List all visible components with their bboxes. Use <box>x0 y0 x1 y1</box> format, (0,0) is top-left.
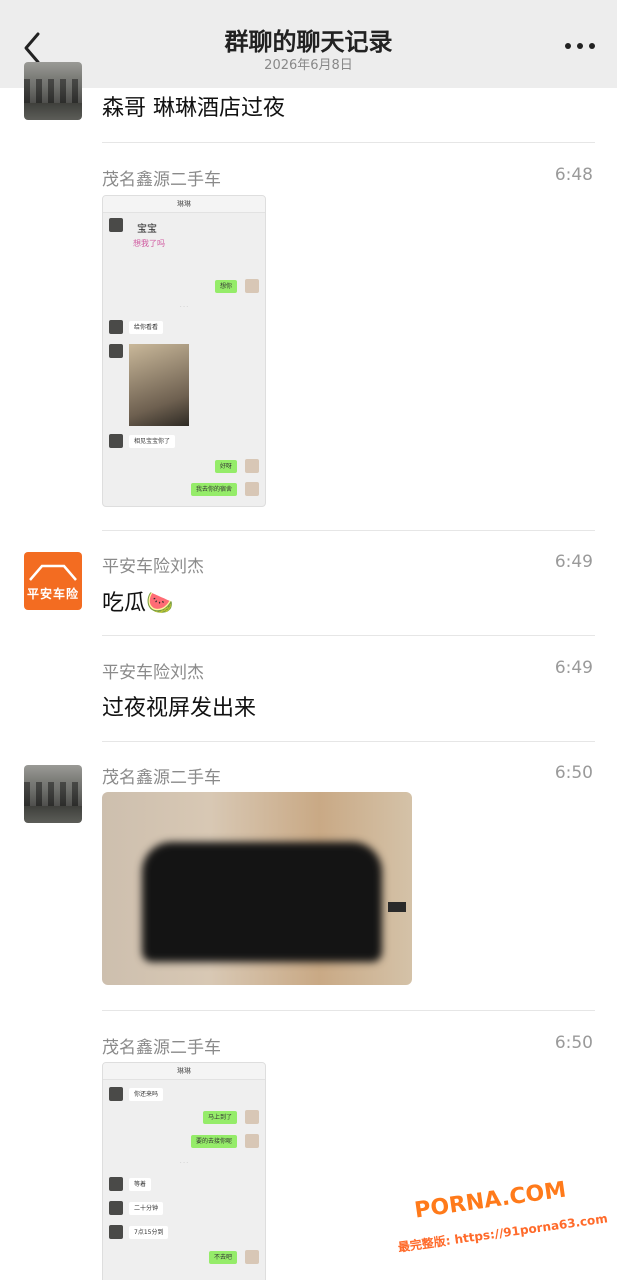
more-button[interactable] <box>563 34 597 58</box>
page-date: 2026年6月8日 <box>264 58 353 73</box>
message-text: 森哥 琳琳酒店过夜 <box>102 96 285 121</box>
message-time: 6:48 <box>554 165 593 185</box>
wall-switch <box>388 902 406 912</box>
mini-avatar <box>245 1110 259 1124</box>
chat-screenshot-image[interactable]: 琳琳 你还来吗 马上到了 要的去接你呢 · · · 等着 二十分钟 7点15分到… <box>102 1062 266 1280</box>
sender-name: 茂名鑫源二手车 <box>102 768 221 788</box>
sender-name: 平安车险刘杰 <box>102 557 204 577</box>
avatar[interactable]: 平安车险 <box>24 552 82 610</box>
mini-avatar <box>109 1177 123 1191</box>
sticker-text: 宝宝 <box>137 224 157 235</box>
divider <box>102 635 595 636</box>
mini-bubble: 要的去接你呢 <box>190 1135 237 1148</box>
divider <box>102 142 595 143</box>
mini-bubble: 相见宝宝你了 <box>129 435 176 448</box>
mini-bubble: 想你 <box>214 280 237 293</box>
sticker-text: 想我了吗 <box>133 239 165 248</box>
divider <box>102 1010 595 1011</box>
divider <box>102 530 595 531</box>
mini-bubble: 不去吧 <box>208 1251 237 1264</box>
mini-bubble: 给你看看 <box>129 321 164 334</box>
watermark: PORNA.COM 最完整版: https://91porna63.com <box>398 1177 609 1260</box>
mini-avatar <box>109 1087 123 1101</box>
mini-avatar <box>245 459 259 473</box>
mini-avatar <box>245 1134 259 1148</box>
mini-avatar <box>109 434 123 448</box>
car-roof-icon <box>29 564 77 581</box>
mini-avatar <box>109 344 123 358</box>
mini-photo <box>129 344 189 426</box>
divider <box>102 741 595 742</box>
mini-bubble: 7点15分到 <box>129 1226 169 1239</box>
mini-bubble: 好呀 <box>214 460 237 473</box>
mini-avatar <box>245 279 259 293</box>
avatar[interactable] <box>24 62 82 120</box>
page-title: 群聊的聊天记录 <box>224 28 393 56</box>
mini-bubble: 我去你的宿舍 <box>190 483 237 496</box>
sender-name: 平安车险刘杰 <box>102 663 204 683</box>
watermark-brand: PORNA.COM <box>413 1177 568 1224</box>
message-text: 吃瓜🍉 <box>102 591 174 616</box>
mini-avatar <box>109 1201 123 1215</box>
message-time: 6:49 <box>554 658 593 678</box>
screenshot-chat-title: 琳琳 <box>177 1067 191 1075</box>
chat-history-page: 群聊的聊天记录 2026年6月8日 森哥 琳琳酒店过夜 茂名鑫源二手车 6:48… <box>0 0 617 1280</box>
mini-avatar <box>245 482 259 496</box>
mini-avatar <box>109 1225 123 1239</box>
mini-bubble: 马上到了 <box>202 1111 237 1124</box>
mini-avatar <box>109 218 123 232</box>
mini-bubble: 等着 <box>129 1178 152 1191</box>
avatar-brand-label: 平安车险 <box>26 587 79 601</box>
message-time: 6:50 <box>554 763 593 783</box>
nav-header: 群聊的聊天记录 2026年6月8日 <box>0 0 617 88</box>
mini-avatar <box>109 320 123 334</box>
mini-bubble: 你还来吗 <box>129 1088 164 1101</box>
more-dots-icon <box>565 43 595 49</box>
sender-name: 茂名鑫源二手车 <box>102 170 221 190</box>
screenshot-chat-title: 琳琳 <box>177 200 191 208</box>
redaction-blur <box>142 842 382 962</box>
message-text: 过夜视屏发出来 <box>102 696 257 721</box>
mini-avatar <box>245 1250 259 1264</box>
sender-name: 茂名鑫源二手车 <box>102 1038 221 1058</box>
message-time: 6:50 <box>554 1033 593 1053</box>
chat-screenshot-image[interactable]: 琳琳 宝宝 想我了吗 想你 · · · 给你看看 相见宝宝你了 好呀 我去你的宿… <box>102 195 266 507</box>
avatar[interactable] <box>24 765 82 823</box>
message-time: 6:49 <box>554 552 593 572</box>
mini-bubble: 二十分钟 <box>129 1202 164 1215</box>
photo-image[interactable] <box>102 792 412 985</box>
